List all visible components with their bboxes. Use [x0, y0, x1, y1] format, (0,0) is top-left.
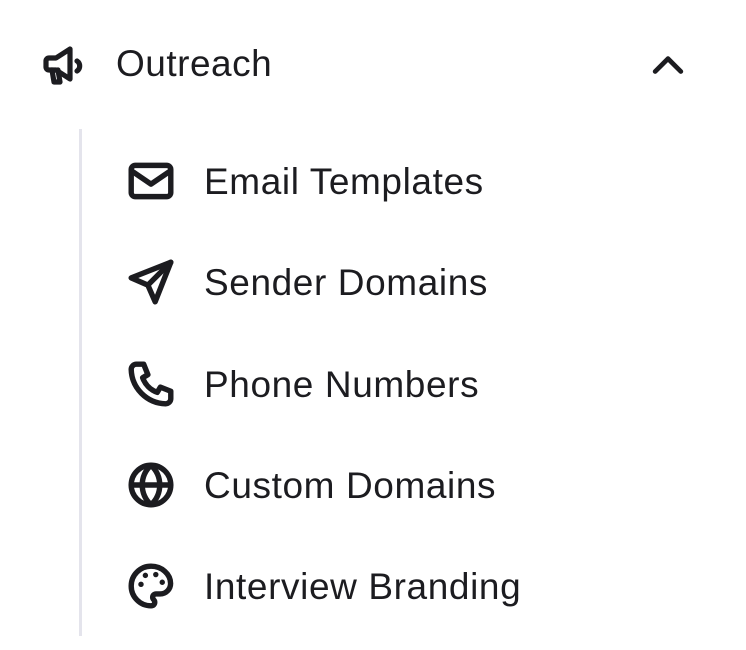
- nav-item-email-templates[interactable]: Email Templates: [122, 145, 682, 215]
- phone-icon: [126, 359, 176, 409]
- globe-icon: [126, 460, 176, 510]
- section-title: Outreach: [116, 43, 273, 84]
- send-icon: [126, 257, 176, 307]
- megaphone-icon: [40, 42, 88, 90]
- chevron-up-icon[interactable]: [646, 44, 690, 88]
- nav-item-interview-branding[interactable]: Interview Branding: [122, 550, 682, 620]
- palette-icon: [126, 561, 176, 611]
- nav-item-label: Custom Domains: [204, 465, 497, 506]
- nav-item-label: Sender Domains: [204, 262, 488, 303]
- nav-item-custom-domains[interactable]: Custom Domains: [122, 449, 682, 519]
- nav-item-label: Phone Numbers: [204, 364, 480, 405]
- nav-item-label: Interview Branding: [204, 566, 522, 607]
- mail-icon: [126, 156, 176, 206]
- nav-item-phone-numbers[interactable]: Phone Numbers: [122, 348, 682, 418]
- outreach-subnav: Email Templates Sender Domains Phone Num…: [79, 129, 702, 636]
- outreach-nav-section: Outreach Email Templates Sender Domains …: [0, 0, 746, 650]
- nav-item-sender-domains[interactable]: Sender Domains: [122, 246, 682, 316]
- nav-item-label: Email Templates: [204, 161, 484, 202]
- outreach-section-header[interactable]: Outreach: [0, 26, 746, 102]
